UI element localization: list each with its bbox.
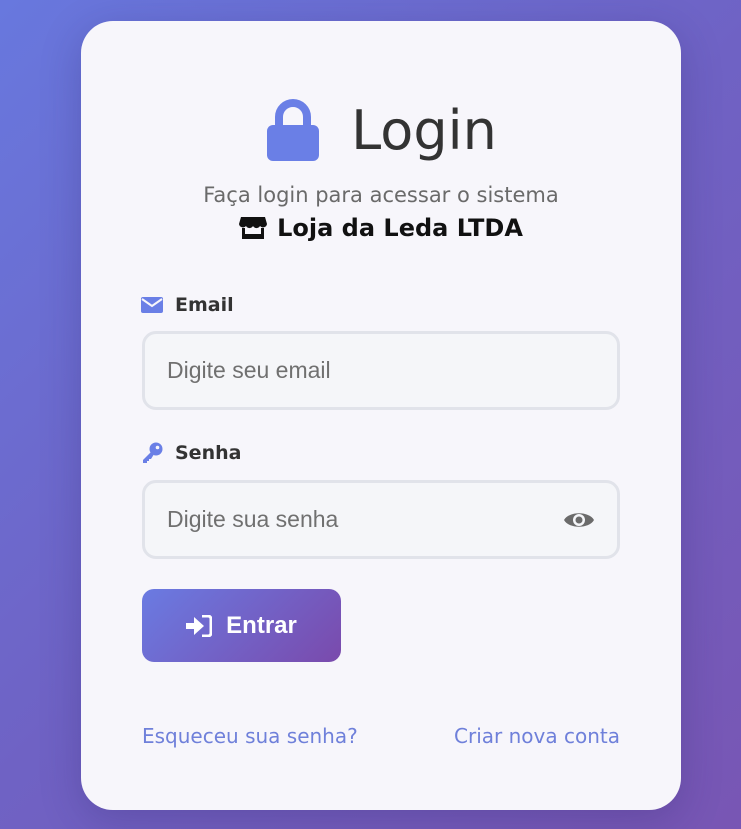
eye-icon[interactable] xyxy=(563,509,595,531)
sign-in-icon xyxy=(186,614,213,637)
store-icon xyxy=(239,217,268,239)
key-icon xyxy=(143,442,163,463)
page-subtitle: Faça login para acessar o sistema xyxy=(203,183,559,207)
password-field[interactable] xyxy=(167,506,553,533)
forgot-password-link[interactable]: Esqueceu sua senha? xyxy=(142,724,358,748)
password-label: Senha xyxy=(141,442,241,464)
login-button[interactable]: Entrar xyxy=(142,589,341,662)
page-title: Login xyxy=(351,99,497,162)
title-row: Login xyxy=(81,99,681,163)
lock-icon xyxy=(267,99,320,161)
password-label-text: Senha xyxy=(175,442,242,464)
store-name: Loja da Leda LTDA xyxy=(277,214,523,242)
email-label-text: Email xyxy=(175,294,234,316)
email-label: Email xyxy=(141,294,234,316)
login-button-label: Entrar xyxy=(226,611,297,639)
password-field-wrapper xyxy=(142,480,620,559)
create-account-link[interactable]: Criar nova conta xyxy=(454,724,620,748)
email-field-wrapper xyxy=(142,331,620,410)
store-row: Loja da Leda LTDA xyxy=(81,214,681,242)
login-card: Login Faça login para acessar o sistema … xyxy=(81,21,681,810)
email-field[interactable] xyxy=(167,357,595,384)
envelope-icon xyxy=(141,297,163,313)
